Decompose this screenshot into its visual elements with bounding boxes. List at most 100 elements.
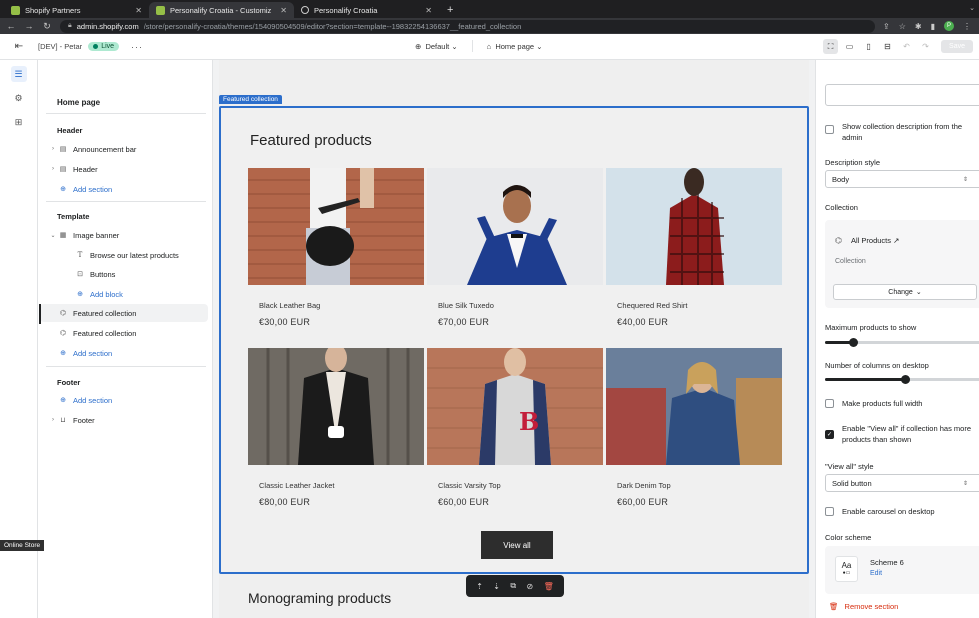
close-tab-icon[interactable]: ✕ — [280, 6, 287, 15]
product-image[interactable] — [606, 168, 782, 285]
product-image[interactable] — [248, 168, 424, 285]
full-width-checkbox[interactable] — [825, 399, 834, 408]
carousel-checkbox[interactable] — [825, 507, 834, 516]
bookmark-star-icon[interactable]: ☆ — [899, 22, 906, 31]
product-name[interactable]: Chequered Red Shirt — [617, 301, 782, 310]
section-item-image-banner[interactable]: ⌄ ▦ Image banner — [40, 226, 208, 244]
sidebar-toggle-icon[interactable]: ▮ — [931, 22, 935, 31]
section-item-footer[interactable]: › ⊔ Footer — [40, 411, 208, 429]
home-icon: ⌂ — [486, 41, 492, 51]
product-name[interactable]: Classic Leather Jacket — [259, 481, 424, 490]
remove-section-button[interactable]: 🗑︎ Remove section — [829, 602, 898, 611]
chevron-right-icon[interactable]: › — [49, 146, 57, 152]
slider-handle[interactable] — [848, 338, 858, 347]
more-actions-button[interactable]: ··· — [131, 42, 143, 52]
duplicate-icon[interactable]: ⧉ — [510, 581, 516, 591]
close-tab-icon[interactable]: ✕ — [135, 6, 142, 15]
page-selector[interactable]: ⌂ Home page ⌄ — [487, 42, 543, 51]
featured-collection-section[interactable]: Featured products Black Leather Bag €30,… — [219, 106, 809, 574]
back-arrow-icon[interactable]: ← — [6, 21, 16, 31]
trash-icon: 🗑︎ — [829, 602, 839, 611]
add-section-footer-button[interactable]: ⊕ Add section — [40, 391, 208, 409]
forward-arrow-icon[interactable]: → — [24, 21, 34, 31]
section-item-featured-collection[interactable]: ⌬ Featured collection — [40, 324, 208, 342]
product-card[interactable]: Chequered Red Shirt €40,00 EUR — [606, 168, 782, 327]
product-name[interactable]: Blue Silk Tuxedo — [438, 301, 603, 310]
chevron-right-icon[interactable]: › — [49, 417, 57, 423]
product-image[interactable] — [606, 348, 782, 465]
undo-icon[interactable]: ↶ — [899, 39, 914, 54]
product-image[interactable]: B — [427, 348, 603, 465]
sections-icon[interactable]: ☰ — [10, 66, 27, 82]
change-collection-button[interactable]: Change ⌄ — [833, 284, 977, 300]
slider-handle[interactable] — [901, 375, 910, 384]
browser-tab[interactable]: Personalify Croatia ✕ — [294, 2, 439, 18]
chevron-down-icon[interactable]: ⌄ — [49, 232, 57, 239]
new-tab-icon[interactable]: + — [439, 2, 461, 18]
add-block-button[interactable]: ⊕ Add block — [40, 285, 208, 303]
product-name[interactable]: Dark Denim Top — [617, 481, 782, 490]
block-item-text[interactable]: T Browse our latest products — [40, 246, 208, 264]
profile-avatar[interactable]: P — [944, 21, 954, 31]
add-section-label: Add section — [73, 184, 113, 194]
collection-name[interactable]: All Products ↗ — [851, 236, 899, 245]
product-name[interactable]: Black Leather Bag — [259, 301, 424, 310]
browser-tab[interactable]: Shopify Partners ✕ — [4, 2, 149, 18]
max-products-slider[interactable] — [825, 338, 979, 347]
block-item-buttons[interactable]: ⊡ Buttons — [40, 265, 208, 283]
move-up-icon[interactable]: ⇡ — [476, 582, 483, 591]
product-image[interactable] — [427, 168, 603, 285]
product-card[interactable]: Black Leather Bag €30,00 EUR — [248, 168, 424, 327]
collection-tag-icon: ⌬ — [59, 310, 67, 317]
product-card[interactable]: Classic Leather Jacket €80,00 EUR — [248, 348, 424, 507]
select-chevron-icon: ⇕ — [962, 480, 968, 487]
section-item-header[interactable]: › ▤ Header — [40, 160, 208, 178]
edit-scheme-link[interactable]: Edit — [870, 570, 882, 577]
mobile-preview-icon[interactable]: ▯ — [861, 39, 876, 54]
inspector-toggle-icon[interactable]: ⛶ — [823, 39, 839, 54]
share-icon[interactable]: ⇪ — [883, 22, 890, 31]
description-style-select[interactable]: Body ⇕ — [825, 170, 979, 188]
extensions-icon[interactable]: ✱ — [915, 22, 922, 31]
show-description-checkbox[interactable] — [825, 125, 834, 134]
product-card[interactable]: Dark Denim Top €60,00 EUR — [606, 348, 782, 507]
columns-desktop-slider[interactable] — [825, 375, 979, 384]
view-all-style-select[interactable]: Solid button ⇕ — [825, 474, 979, 492]
close-tab-icon[interactable]: ✕ — [425, 6, 432, 15]
view-all-button[interactable]: View all — [481, 531, 553, 559]
product-card[interactable]: Blue Silk Tuxedo €70,00 EUR — [427, 168, 603, 327]
section-item-featured-collection-selected[interactable]: ⌬ Featured collection — [40, 304, 208, 322]
browser-tab-active[interactable]: Personalify Croatia - Customiz ✕ — [149, 2, 294, 18]
product-name[interactable]: Classic Varsity Top — [438, 481, 603, 490]
product-card[interactable]: B Classic Varsity Top €60,00 EUR — [427, 348, 603, 507]
desktop-preview-icon[interactable]: ▭ — [842, 39, 857, 54]
remove-section-label: Remove section — [844, 602, 899, 611]
theme-selector[interactable]: ⊕ Default ⌄ — [415, 42, 458, 51]
product-image[interactable] — [248, 348, 424, 465]
section-item-label: Featured collection — [73, 328, 137, 338]
save-button[interactable]: Save — [941, 40, 973, 53]
browser-menu-icon[interactable]: ⋮ — [963, 22, 971, 31]
section-item-announcement-bar[interactable]: › ▤ Announcement bar — [40, 140, 208, 158]
collection-heading-input[interactable] — [825, 84, 979, 106]
hide-eye-icon[interactable]: ⊘ — [526, 582, 533, 591]
address-bar[interactable]: 🔒︎ admin.shopify.com/store/personalify-c… — [60, 19, 876, 33]
reload-icon[interactable]: ↻ — [42, 21, 52, 32]
enable-view-all-checkbox[interactable]: ✓ — [825, 430, 834, 439]
chevron-right-icon[interactable]: › — [49, 166, 57, 172]
app-embeds-icon[interactable]: ⊞ — [11, 114, 27, 130]
color-scheme-picker[interactable]: Aa ●▭ Scheme 6 Edit — [825, 546, 979, 594]
status-dot-icon — [93, 44, 99, 49]
add-section-header-button[interactable]: ⊕ Add section — [40, 180, 208, 198]
shopify-favicon-icon — [11, 5, 20, 15]
delete-trash-icon[interactable]: 🗑︎ — [544, 582, 554, 591]
live-status-badge: Live — [88, 42, 120, 51]
add-section-label: Add section — [73, 395, 113, 405]
tab-search-chevron-icon[interactable]: ⌄ — [969, 4, 975, 12]
add-section-template-button[interactable]: ⊕ Add section — [40, 344, 208, 362]
theme-settings-gear-icon[interactable]: ⚙ — [11, 90, 27, 106]
exit-editor-icon[interactable]: ⇤ — [0, 41, 38, 52]
move-down-icon[interactable]: ⇣ — [493, 582, 500, 591]
redo-icon[interactable]: ↷ — [918, 39, 933, 54]
fullscreen-preview-icon[interactable]: ⊟ — [880, 39, 895, 54]
